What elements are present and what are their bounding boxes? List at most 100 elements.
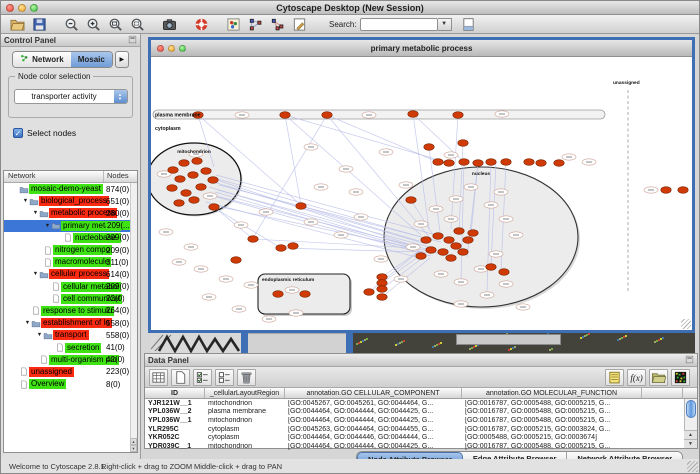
layout-spring-button[interactable] — [267, 16, 287, 33]
network-node[interactable] — [554, 160, 564, 167]
network-node[interactable] — [276, 245, 286, 252]
tree-row-mosaic-demo-yeast[interactable]: mosaic-demo-yeast874(0) — [4, 183, 137, 195]
float-panel-icon[interactable] — [685, 355, 694, 366]
tree-row-macromolecule[interactable]: macromolecule311(0) — [4, 256, 137, 268]
network-node[interactable] — [364, 289, 374, 296]
table-scrollbar[interactable]: ▲ ▼ — [684, 399, 697, 448]
table-row-ykr052c[interactable]: YKR052Ccytoplasm[GO:0044464, GO:0044446,… — [145, 433, 697, 442]
float-panel-icon[interactable] — [128, 35, 137, 46]
network-node[interactable] — [189, 197, 199, 204]
minimize-button[interactable] — [18, 4, 26, 12]
network-node[interactable] — [661, 187, 671, 194]
annotation-button[interactable] — [289, 16, 309, 33]
zoom-button[interactable] — [179, 45, 186, 52]
tree-col-network[interactable]: Network — [4, 171, 104, 182]
network-node[interactable] — [408, 111, 418, 118]
scroll-down-icon[interactable]: ▼ — [130, 445, 137, 452]
layout-grid-button[interactable] — [245, 16, 265, 33]
network-node[interactable] — [280, 112, 290, 119]
network-node[interactable] — [458, 249, 468, 256]
network-node[interactable] — [273, 291, 283, 298]
disclosure-triangle-icon[interactable]: ▼ — [36, 332, 43, 338]
tree-row-response-to-stimulu[interactable]: response to stimulu264(0) — [4, 305, 137, 317]
network-node[interactable] — [377, 294, 387, 301]
network-node[interactable] — [248, 236, 258, 243]
column-header-molecular-function[interactable]: annotation.GO MOLECULAR_FUNCTION — [462, 388, 642, 398]
zoom-button[interactable] — [30, 4, 38, 12]
network-node[interactable] — [421, 237, 431, 244]
network-node[interactable] — [536, 160, 546, 167]
save-button[interactable] — [29, 16, 49, 33]
scroll-up-icon[interactable]: ▲ — [130, 438, 137, 445]
network-window-titlebar[interactable]: primary metabolic process — [151, 40, 692, 57]
network-node[interactable] — [322, 112, 332, 119]
network-node[interactable] — [446, 255, 456, 262]
open-button[interactable] — [7, 16, 27, 33]
new-attribute-button[interactable] — [171, 369, 190, 386]
search-dropdown-icon[interactable]: ▼ — [438, 18, 452, 31]
network-node[interactable] — [188, 172, 198, 179]
network-node[interactable] — [501, 159, 511, 166]
network-node[interactable] — [486, 264, 496, 271]
tree-row-establishment-of-lo[interactable]: ▼establishment of lo558(0) — [4, 317, 137, 329]
tree-row-overview[interactable]: Overview8(0) — [4, 378, 137, 390]
disclosure-triangle-icon[interactable]: ▼ — [22, 198, 29, 204]
tree-row-primary-metabo[interactable]: ▼primary metabo209(... — [4, 220, 137, 232]
network-node[interactable] — [231, 257, 241, 264]
network-canvas[interactable]: plasma membranecytoplasmmitochondrionnuc… — [151, 57, 692, 330]
attribute-editor-button[interactable] — [605, 369, 624, 386]
tree-row-secretion[interactable]: secretion41(0) — [4, 341, 137, 353]
network-node[interactable] — [175, 176, 185, 183]
network-node[interactable] — [377, 286, 387, 293]
network-node[interactable] — [181, 190, 191, 197]
network-node[interactable] — [424, 144, 434, 151]
close-button[interactable] — [157, 45, 164, 52]
network-node[interactable] — [288, 243, 298, 250]
background-window-1[interactable] — [151, 333, 241, 354]
tab-scroll-right-button[interactable]: ▶ — [115, 51, 129, 68]
network-node[interactable] — [416, 253, 426, 260]
attribute-matrix-button[interactable] — [671, 369, 690, 386]
snapshot-button[interactable] — [159, 16, 179, 33]
tree-row-cellular-process[interactable]: ▼cellular process614(0) — [4, 268, 137, 280]
tree-row-unassigned[interactable]: unassigned223(0) — [4, 366, 137, 378]
background-window-2[interactable] — [248, 333, 346, 354]
disclosure-triangle-icon[interactable]: ▼ — [32, 271, 39, 277]
network-node[interactable] — [406, 197, 416, 204]
network-node[interactable] — [444, 160, 454, 167]
network-node[interactable] — [168, 167, 178, 174]
close-button[interactable] — [6, 4, 14, 12]
network-node[interactable] — [208, 177, 218, 184]
scroll-down-icon[interactable]: ▼ — [684, 439, 697, 448]
import-attributes-button[interactable] — [649, 369, 668, 386]
network-node[interactable] — [167, 185, 177, 192]
zoom-in-button[interactable] — [83, 16, 103, 33]
tree-col-nodes[interactable]: Nodes — [104, 171, 137, 182]
search-advanced-button[interactable] — [459, 16, 479, 33]
network-view-window[interactable]: primary metabolic process plasma membran… — [148, 37, 695, 333]
network-node[interactable] — [444, 237, 454, 244]
network-graph[interactable]: plasma membranecytoplasmmitochondrionnuc… — [151, 57, 692, 330]
window-resize-grip[interactable] — [681, 319, 691, 329]
network-node[interactable] — [454, 228, 464, 235]
disclosure-triangle-icon[interactable]: ▼ — [24, 320, 31, 326]
tree-row-biological-process[interactable]: ▼biological_process651(0) — [4, 195, 137, 207]
delete-attribute-button[interactable] — [237, 369, 256, 386]
tree-row-metabolic-process[interactable]: ▼metabolic process280(0) — [4, 207, 137, 219]
network-node[interactable] — [433, 159, 443, 166]
network-node[interactable] — [451, 243, 461, 250]
network-node[interactable] — [453, 112, 463, 119]
select-attributes-button[interactable] — [193, 369, 212, 386]
network-node[interactable] — [438, 249, 448, 256]
network-node[interactable] — [678, 187, 688, 194]
network-node[interactable] — [433, 233, 443, 240]
vizmapper-button[interactable] — [223, 16, 243, 33]
table-row-ypl036w__1[interactable]: YPL036W__1mitochondrion[GO:0044464, GO:0… — [145, 416, 697, 425]
network-node[interactable] — [458, 140, 468, 147]
column-header-id[interactable]: ID — [145, 388, 205, 398]
node-color-dropdown[interactable]: transporter activity ▲▼ — [14, 89, 128, 104]
tab-network[interactable]: Network — [13, 52, 71, 67]
table-row-ylr295c[interactable]: YLR295Ccytoplasm[GO:0045263, GO:0044464,… — [145, 425, 697, 434]
network-node[interactable] — [201, 168, 211, 175]
function-builder-button[interactable]: f(x) — [627, 369, 646, 386]
